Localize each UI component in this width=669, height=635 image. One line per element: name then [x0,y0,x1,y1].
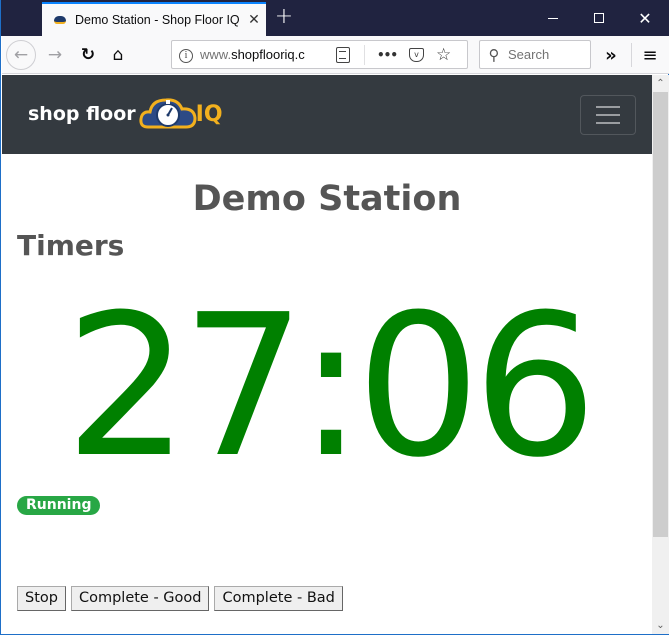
new-tab-button[interactable]: + [271,5,297,31]
toolbar-divider [631,43,632,67]
close-window-button[interactable]: ✕ [622,0,668,36]
scroll-down-icon[interactable]: ⌄ [652,617,669,634]
logo-iq-text: IQ [195,101,223,127]
complete-good-button[interactable]: Complete - Good [70,586,210,611]
overflow-menu-button[interactable]: » [596,40,626,70]
toggler-bar-icon [596,122,620,124]
tab-title: Demo Station - Shop Floor IQ [75,13,240,27]
bookmark-star-icon[interactable]: ☆ [436,45,451,65]
browser-window: Demo Station - Shop Floor IQ ✕ + ✕ ← → ↻… [0,0,669,635]
status-badge: Running [17,496,101,515]
tab-close-icon[interactable]: ✕ [242,12,266,28]
scroll-up-icon[interactable]: ⌃ [652,75,669,92]
toggler-bar-icon [596,114,620,116]
stop-button[interactable]: Stop [17,586,66,611]
page-content: shop floor IQ Demo Station Timers 27:06 [2,75,652,634]
search-placeholder: Search [508,47,550,62]
toggler-bar-icon [596,106,620,108]
complete-bad-button[interactable]: Complete - Bad [214,586,343,611]
maximize-icon [594,13,604,23]
page-actions-icon[interactable]: ••• [377,48,398,62]
timer-display: 27:06 [64,273,598,501]
navigation-toolbar: ← → ↻ ⌂ i www.shopflooriq.c ••• v ☆ ⚲ Se… [2,36,669,74]
timer-actions: Stop Complete - Good Complete - Bad [17,586,343,611]
hamburger-menu-button[interactable]: ≡ [635,40,665,70]
maximize-button[interactable] [576,0,622,36]
page-title: Demo Station [192,179,462,219]
main-container: Demo Station Timers 27:06 Running Stop C… [17,154,637,611]
forward-button[interactable]: → [40,40,70,70]
home-button[interactable]: ⌂ [103,40,133,70]
title-bar: Demo Station - Shop Floor IQ ✕ + ✕ [1,0,669,36]
scrollbar-thumb[interactable] [653,92,668,537]
pocket-icon[interactable]: v [409,47,425,62]
url-text[interactable]: www.shopflooriq.c [200,47,312,62]
section-title: Timers [17,229,125,262]
url-bar[interactable]: i www.shopflooriq.c ••• v ☆ [171,40,468,69]
search-input[interactable]: ⚲ Search [479,40,591,69]
site-info-icon[interactable]: i [172,47,200,63]
logo-text: shop floor [28,103,136,125]
back-button[interactable]: ← [6,40,36,70]
url-divider [364,44,365,65]
favicon-icon [54,16,66,24]
reader-view-icon[interactable] [336,46,350,63]
browser-tab[interactable]: Demo Station - Shop Floor IQ ✕ [42,2,266,36]
vertical-scrollbar[interactable]: ⌃ ⌄ [652,75,669,634]
minimize-button[interactable] [530,0,576,36]
stopwatch-cloud-icon [139,98,197,129]
navbar-toggler-button[interactable] [580,95,636,135]
reload-button[interactable]: ↻ [73,40,103,70]
site-navbar: shop floor IQ [2,75,652,154]
site-logo[interactable]: shop floor IQ [28,92,223,136]
search-icon: ⚲ [488,45,500,64]
minimize-icon [548,17,558,19]
